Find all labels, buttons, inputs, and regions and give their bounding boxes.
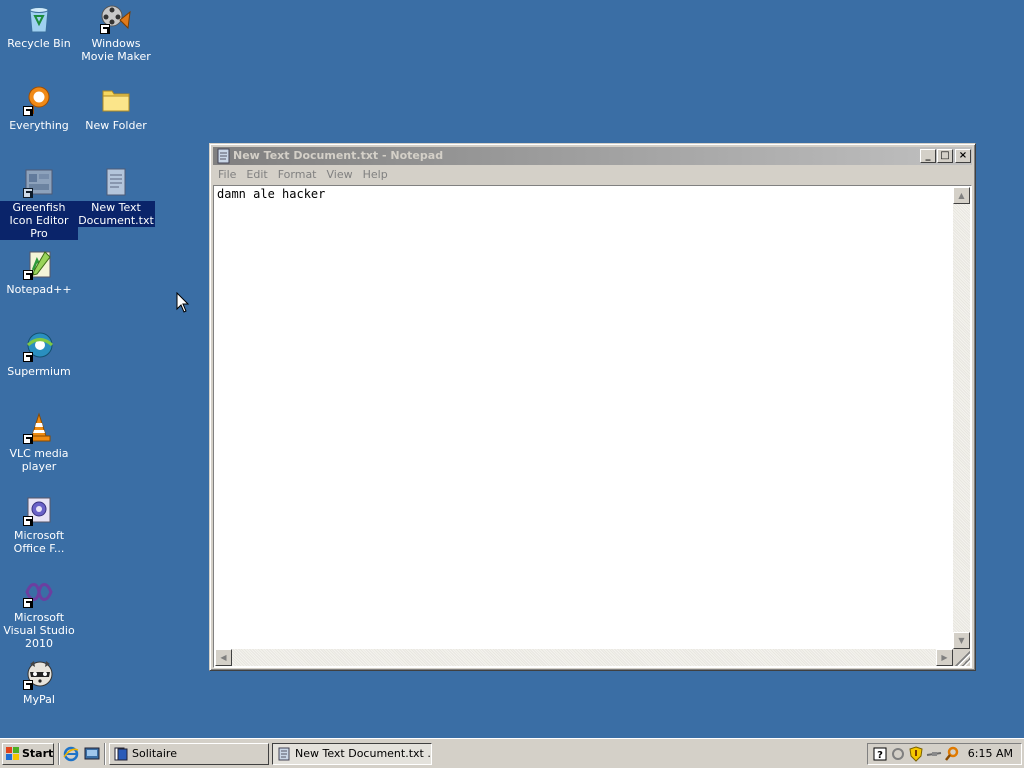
supermium-browser-icon xyxy=(23,330,55,362)
shortcut-arrow-icon xyxy=(23,106,33,116)
shortcut-arrow-icon xyxy=(23,270,33,280)
taskbar-button-solitaire[interactable]: Solitaire xyxy=(109,743,269,765)
scroll-left-icon[interactable]: ◀ xyxy=(215,649,232,666)
close-button[interactable]: × xyxy=(955,149,971,163)
document-text[interactable]: damn ale hacker xyxy=(217,187,325,201)
system-tray: ? 6:15 AM xyxy=(867,743,1022,765)
desktop-icon-label: New Folder xyxy=(85,119,147,132)
desktop-icon-label: Microsoft Office F... xyxy=(13,529,65,555)
visual-studio-icon xyxy=(23,576,55,608)
folder-icon xyxy=(100,84,132,116)
desktop-icon-windows-movie-maker[interactable]: Windows Movie Maker xyxy=(77,2,155,63)
scroll-up-icon[interactable]: ▲ xyxy=(953,187,970,204)
menu-bar: File Edit Format View Help xyxy=(213,166,972,184)
shortcut-arrow-icon xyxy=(23,352,33,362)
start-label: Start xyxy=(22,747,54,760)
desktop-icon-supermium[interactable]: Supermium xyxy=(0,330,78,378)
internet-explorer-icon[interactable] xyxy=(63,746,79,762)
window-title: New Text Document.txt - Notepad xyxy=(233,149,444,162)
network-cable-icon[interactable] xyxy=(926,746,942,762)
security-shield-icon[interactable] xyxy=(908,746,924,762)
scroll-down-icon[interactable]: ▼ xyxy=(953,632,970,649)
desktop-icon-label: Notepad++ xyxy=(6,283,72,296)
shortcut-arrow-icon xyxy=(23,188,33,198)
desktop-icon-new-text-document[interactable]: New Text Document.txt xyxy=(77,166,155,227)
shortcut-arrow-icon xyxy=(23,434,33,444)
desktop-icon-label: MyPal xyxy=(23,693,55,706)
desktop-icon-label: Microsoft Visual Studio 2010 xyxy=(3,611,75,650)
shortcut-arrow-icon xyxy=(23,680,33,690)
start-button[interactable]: Start xyxy=(2,743,54,765)
desktop-icon-visual-studio[interactable]: Microsoft Visual Studio 2010 xyxy=(0,576,78,650)
notepad-icon xyxy=(216,148,232,164)
scroll-right-icon[interactable]: ▶ xyxy=(936,649,953,666)
desktop-icon-label: Windows Movie Maker xyxy=(81,37,151,63)
desktop-icon-label: Recycle Bin xyxy=(7,37,71,50)
shortcut-arrow-icon xyxy=(100,24,110,34)
movie-maker-icon xyxy=(100,2,132,34)
desktop-icon-vlc[interactable]: VLC media player xyxy=(0,412,78,473)
mouse-cursor-icon xyxy=(176,291,190,314)
desktop-icon-greenfish[interactable]: Greenfish Icon Editor Pro xyxy=(0,166,78,240)
menu-view[interactable]: View xyxy=(322,166,358,184)
everything-search-icon xyxy=(23,84,55,116)
notepad-icon xyxy=(277,747,291,761)
menu-edit[interactable]: Edit xyxy=(241,166,272,184)
text-document-icon xyxy=(100,166,132,198)
office-icon xyxy=(23,494,55,526)
menu-format[interactable]: Format xyxy=(273,166,322,184)
greenfish-icon xyxy=(23,166,55,198)
desktop-icon-label: Greenfish Icon Editor Pro xyxy=(0,201,78,240)
vertical-scrollbar[interactable]: ▲ ▼ xyxy=(953,187,970,649)
shortcut-arrow-icon xyxy=(23,516,33,526)
task-label: Solitaire xyxy=(132,747,177,760)
desktop-icon-label: Everything xyxy=(9,119,69,132)
title-bar[interactable]: New Text Document.txt - Notepad _ □ × xyxy=(213,147,972,165)
show-desktop-icon[interactable] xyxy=(84,746,100,762)
taskbar-button-notepad[interactable]: New Text Document.txt ... xyxy=(272,743,432,765)
notepad-window[interactable]: New Text Document.txt - Notepad _ □ × Fi… xyxy=(209,143,976,671)
horizontal-scrollbar[interactable]: ◀ ▶ xyxy=(215,649,953,666)
taskbar: Start Solitaire New Text Document.txt ..… xyxy=(0,738,1024,768)
taskbar-separator xyxy=(104,743,106,765)
sync-icon[interactable] xyxy=(890,746,906,762)
desktop-icon-everything[interactable]: Everything xyxy=(0,84,78,132)
text-edit-area[interactable]: damn ale hacker ▲ ▼ ◀ ▶ xyxy=(213,185,972,668)
task-label: New Text Document.txt ... xyxy=(295,747,432,760)
help-icon[interactable]: ? xyxy=(872,746,888,762)
desktop-icon-mypal[interactable]: MyPal xyxy=(0,658,78,706)
desktop-icon-label: VLC media player xyxy=(9,447,69,473)
desktop-icon-notepad-plus-plus[interactable]: Notepad++ xyxy=(0,248,78,296)
clock[interactable]: 6:15 AM xyxy=(968,744,1013,764)
mypal-raccoon-icon xyxy=(23,658,55,690)
solitaire-cards-icon xyxy=(114,747,128,761)
minimize-button[interactable]: _ xyxy=(920,149,936,163)
recycle-bin-icon xyxy=(23,2,55,34)
desktop-icon-label: Supermium xyxy=(7,365,71,378)
vlc-cone-icon xyxy=(23,412,55,444)
desktop-icon-label: New Text Document.txt xyxy=(77,201,155,227)
svg-text:?: ? xyxy=(877,750,883,761)
notepad-plus-plus-icon xyxy=(23,248,55,280)
windows-flag-icon xyxy=(6,747,20,761)
taskbar-separator xyxy=(58,743,60,765)
shortcut-arrow-icon xyxy=(23,598,33,608)
search-magnifier-icon[interactable] xyxy=(944,746,960,762)
desktop-icon-microsoft-office[interactable]: Microsoft Office F... xyxy=(0,494,78,555)
desktop-icon-new-folder[interactable]: New Folder xyxy=(77,84,155,132)
menu-help[interactable]: Help xyxy=(358,166,393,184)
resize-grip-icon[interactable] xyxy=(953,649,970,666)
maximize-button[interactable]: □ xyxy=(937,149,953,163)
desktop-icon-recycle-bin[interactable]: Recycle Bin xyxy=(0,2,78,50)
menu-file[interactable]: File xyxy=(213,166,241,184)
